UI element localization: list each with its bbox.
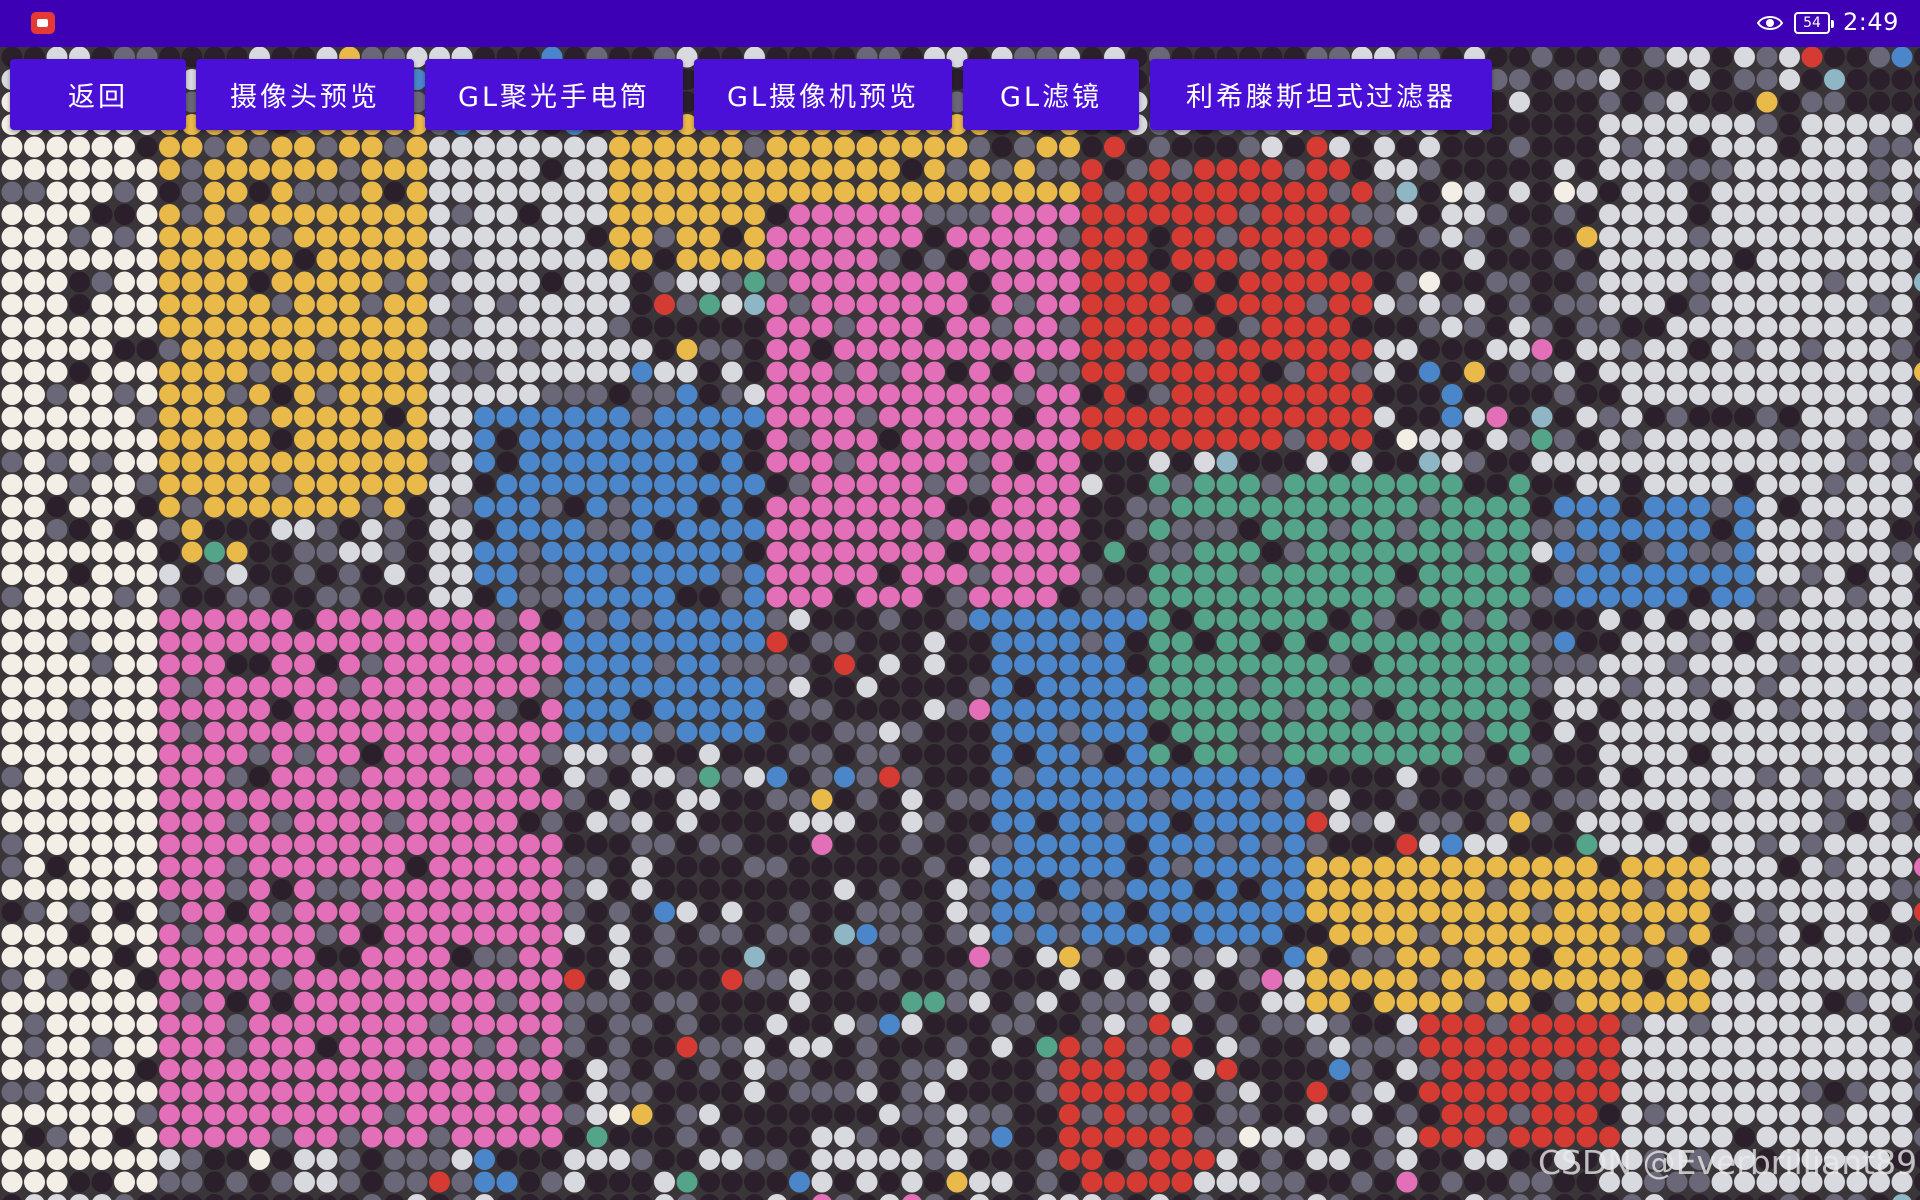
eye-icon — [1757, 16, 1783, 30]
gl-filter-button[interactable]: GL滤镜 — [963, 59, 1139, 130]
screen-recorder-icon — [31, 12, 55, 34]
watermark: CSDN @Everbrilliant89 — [1538, 1143, 1918, 1182]
gl-spotlight-flashlight-button[interactable]: GL聚光手电筒 — [425, 59, 683, 130]
status-time: 2:49 — [1843, 8, 1899, 36]
lichtenstein-filter-button[interactable]: 利希滕斯坦式过滤器 — [1150, 59, 1492, 130]
status-bar: 54 2:49 — [0, 0, 1920, 47]
camera-preview-button[interactable]: 摄像头预览 — [196, 59, 414, 130]
halftone-camera-preview — [1, 47, 1920, 1200]
gl-camera-preview-button[interactable]: GL摄像机预览 — [694, 59, 952, 130]
battery-icon: 54 — [1794, 12, 1834, 34]
back-button[interactable]: 返回 — [10, 59, 186, 130]
